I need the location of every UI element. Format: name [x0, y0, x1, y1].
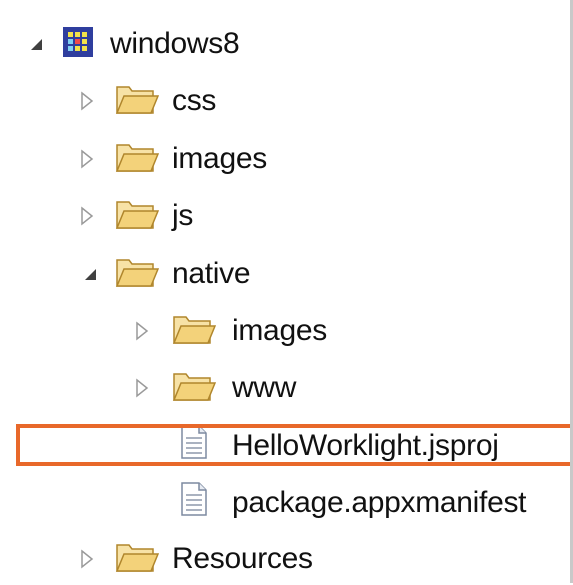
folder-icon	[115, 201, 159, 229]
tree-item-label: native	[172, 257, 251, 290]
folder-icon	[172, 373, 216, 401]
tree-item-js[interactable]: js	[0, 190, 573, 242]
tree-item-images[interactable]: images	[0, 133, 573, 185]
expanded-arrow-icon[interactable]	[84, 268, 98, 282]
collapsed-arrow-icon[interactable]	[80, 91, 94, 111]
tree-item-windows8[interactable]: windows8	[0, 18, 573, 70]
tree-item-native-www[interactable]: www	[0, 362, 573, 414]
folder-icon	[115, 86, 159, 114]
tree-item-label: www	[232, 371, 297, 404]
tree-item-label: images	[232, 314, 327, 347]
tree-item-native-images[interactable]: images	[0, 305, 573, 357]
tree-item-label: images	[172, 142, 267, 175]
tree-item-package-appxmanifest[interactable]: package.appxmanifest	[0, 477, 573, 529]
collapsed-arrow-icon[interactable]	[80, 206, 94, 226]
folder-icon	[172, 316, 216, 344]
folder-icon	[115, 144, 159, 172]
tree-item-label: package.appxmanifest	[232, 486, 527, 519]
collapsed-arrow-icon[interactable]	[135, 378, 149, 398]
selection-highlight	[16, 424, 573, 466]
folder-icon	[115, 544, 159, 572]
file-icon	[181, 482, 207, 516]
folder-icon	[115, 259, 159, 287]
expanded-arrow-icon[interactable]	[30, 38, 44, 52]
tree-item-label: Resources	[172, 542, 313, 575]
tree-item-native[interactable]: native	[0, 248, 573, 300]
project-explorer-tree: windows8 css images js native images www…	[0, 0, 573, 583]
tree-item-label: windows8	[110, 27, 240, 60]
tree-item-resources[interactable]: Resources	[0, 533, 573, 585]
tree-item-label: css	[172, 84, 217, 117]
collapsed-arrow-icon[interactable]	[80, 149, 94, 169]
collapsed-arrow-icon[interactable]	[135, 321, 149, 341]
collapsed-arrow-icon[interactable]	[80, 549, 94, 569]
tree-item-label: js	[172, 199, 194, 232]
project-grid-icon	[63, 27, 93, 57]
tree-item-css[interactable]: css	[0, 75, 573, 127]
